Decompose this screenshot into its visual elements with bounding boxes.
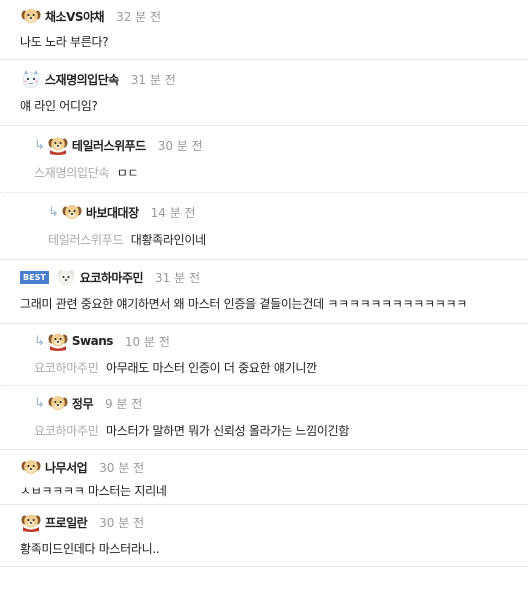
reply-item: ↳ 바보대대장 14 분 전 테일러스위푸드 대황족라인이네 bbox=[0, 193, 528, 260]
comment-time: 30 분 전 bbox=[157, 138, 203, 153]
reply-item: ↳ Swans 10 분 전 요코하마주민 아무래도 마스터 인증이 더 중요한… bbox=[0, 324, 528, 386]
white-dog-avatar-icon[interactable] bbox=[55, 267, 77, 287]
reply-item: ↳ 정무 9 분 전 요코하마주민 마스터가 말하면 뭐가 신뢰성 올라가는 느… bbox=[0, 386, 528, 450]
comment-item: 나무서업 30 분 전 ㅅㅂㅋㅋㅋㅋ 마스터는 지리네 bbox=[0, 450, 528, 505]
comment-author[interactable]: 정무 bbox=[72, 395, 94, 412]
dog-avatar-icon[interactable] bbox=[61, 202, 83, 222]
comment-time: 30 분 전 bbox=[99, 460, 145, 475]
best-comment-item: BEST 요코하마주민 31 분 전 그래미 관련 중요한 얘기하면서 왜 마스… bbox=[0, 260, 528, 324]
comment-text: 황족미드인데다 마스터라니.. bbox=[20, 542, 160, 556]
comment-author[interactable]: 바보대대장 bbox=[86, 204, 139, 221]
best-badge: BEST bbox=[20, 270, 49, 284]
comment-author[interactable]: 프로일란 bbox=[45, 514, 88, 531]
comment-text: 대황족라인이네 bbox=[130, 233, 206, 247]
comment-text: 그래미 관련 중요한 얘기하면서 왜 마스터 인증을 곁들이는건데 ㅋㅋㅋㅋㅋㅋ… bbox=[20, 297, 467, 311]
dog-avatar-icon[interactable] bbox=[20, 457, 42, 477]
dog-red-scarf-avatar-icon[interactable] bbox=[47, 331, 69, 351]
comment-author[interactable]: 채소VS야채 bbox=[45, 8, 105, 25]
snow-creature-avatar-icon[interactable] bbox=[20, 69, 42, 89]
comment-author[interactable]: 테일러스위푸드 bbox=[72, 137, 146, 154]
comment-item: 프로일란 30 분 전 황족미드인데다 마스터라니.. bbox=[0, 505, 528, 567]
comment-text: 마스터가 말하면 뭐가 신뢰성 올라가는 느낌이긴함 bbox=[105, 424, 350, 438]
dog-red-scarf-avatar-icon[interactable] bbox=[20, 512, 42, 532]
reply-arrow-icon: ↳ bbox=[34, 137, 45, 153]
reply-mention[interactable]: 요코하마주민 bbox=[34, 361, 99, 375]
reply-item: ↳ 테일러스위푸드 30 분 전 스재명의입단속 ㅁㄷ bbox=[0, 126, 528, 193]
comment-list: 채소VS야채 32 분 전 나도 노라 부른다? 스재명의입단속 31 분 전 … bbox=[0, 0, 528, 567]
comment-author[interactable]: 요코하마주민 bbox=[80, 269, 144, 286]
comment-time: 9 분 전 bbox=[105, 396, 143, 411]
comment-time: 10 분 전 bbox=[124, 334, 170, 349]
reply-arrow-icon: ↳ bbox=[34, 333, 45, 349]
comment-item: 스재명의입단속 31 분 전 얘 라인 어디임? bbox=[0, 60, 528, 126]
dog-red-scarf-avatar-icon[interactable] bbox=[47, 135, 69, 155]
reply-arrow-icon: ↳ bbox=[48, 204, 59, 220]
comment-time: 31 분 전 bbox=[130, 72, 176, 87]
comment-time: 31 분 전 bbox=[155, 270, 201, 285]
dog-avatar-icon[interactable] bbox=[47, 393, 69, 413]
comment-time: 32 분 전 bbox=[116, 9, 162, 24]
comment-time: 14 분 전 bbox=[150, 205, 196, 220]
comment-text: ㅁㄷ bbox=[116, 166, 139, 180]
comment-item: 채소VS야채 32 분 전 나도 노라 부른다? bbox=[0, 0, 528, 60]
reply-mention[interactable]: 요코하마주민 bbox=[34, 424, 99, 438]
reply-mention[interactable]: 스재명의입단속 bbox=[34, 166, 109, 180]
comment-time: 30 분 전 bbox=[99, 515, 145, 530]
reply-mention[interactable]: 테일러스위푸드 bbox=[48, 233, 123, 247]
reply-arrow-icon: ↳ bbox=[34, 395, 45, 411]
comment-text: ㅅㅂㅋㅋㅋㅋ 마스터는 지리네 bbox=[20, 484, 167, 498]
comment-author[interactable]: 스재명의입단속 bbox=[45, 71, 119, 88]
comment-author[interactable]: Swans bbox=[72, 334, 114, 348]
comment-text: 아무래도 마스터 인증이 더 중요한 얘기니깐 bbox=[105, 361, 317, 375]
comment-author[interactable]: 나무서업 bbox=[45, 459, 88, 476]
comment-text: 얘 라인 어디임? bbox=[20, 99, 98, 113]
comment-text: 나도 노라 부른다? bbox=[20, 35, 109, 49]
dog-avatar-icon[interactable] bbox=[20, 6, 42, 26]
